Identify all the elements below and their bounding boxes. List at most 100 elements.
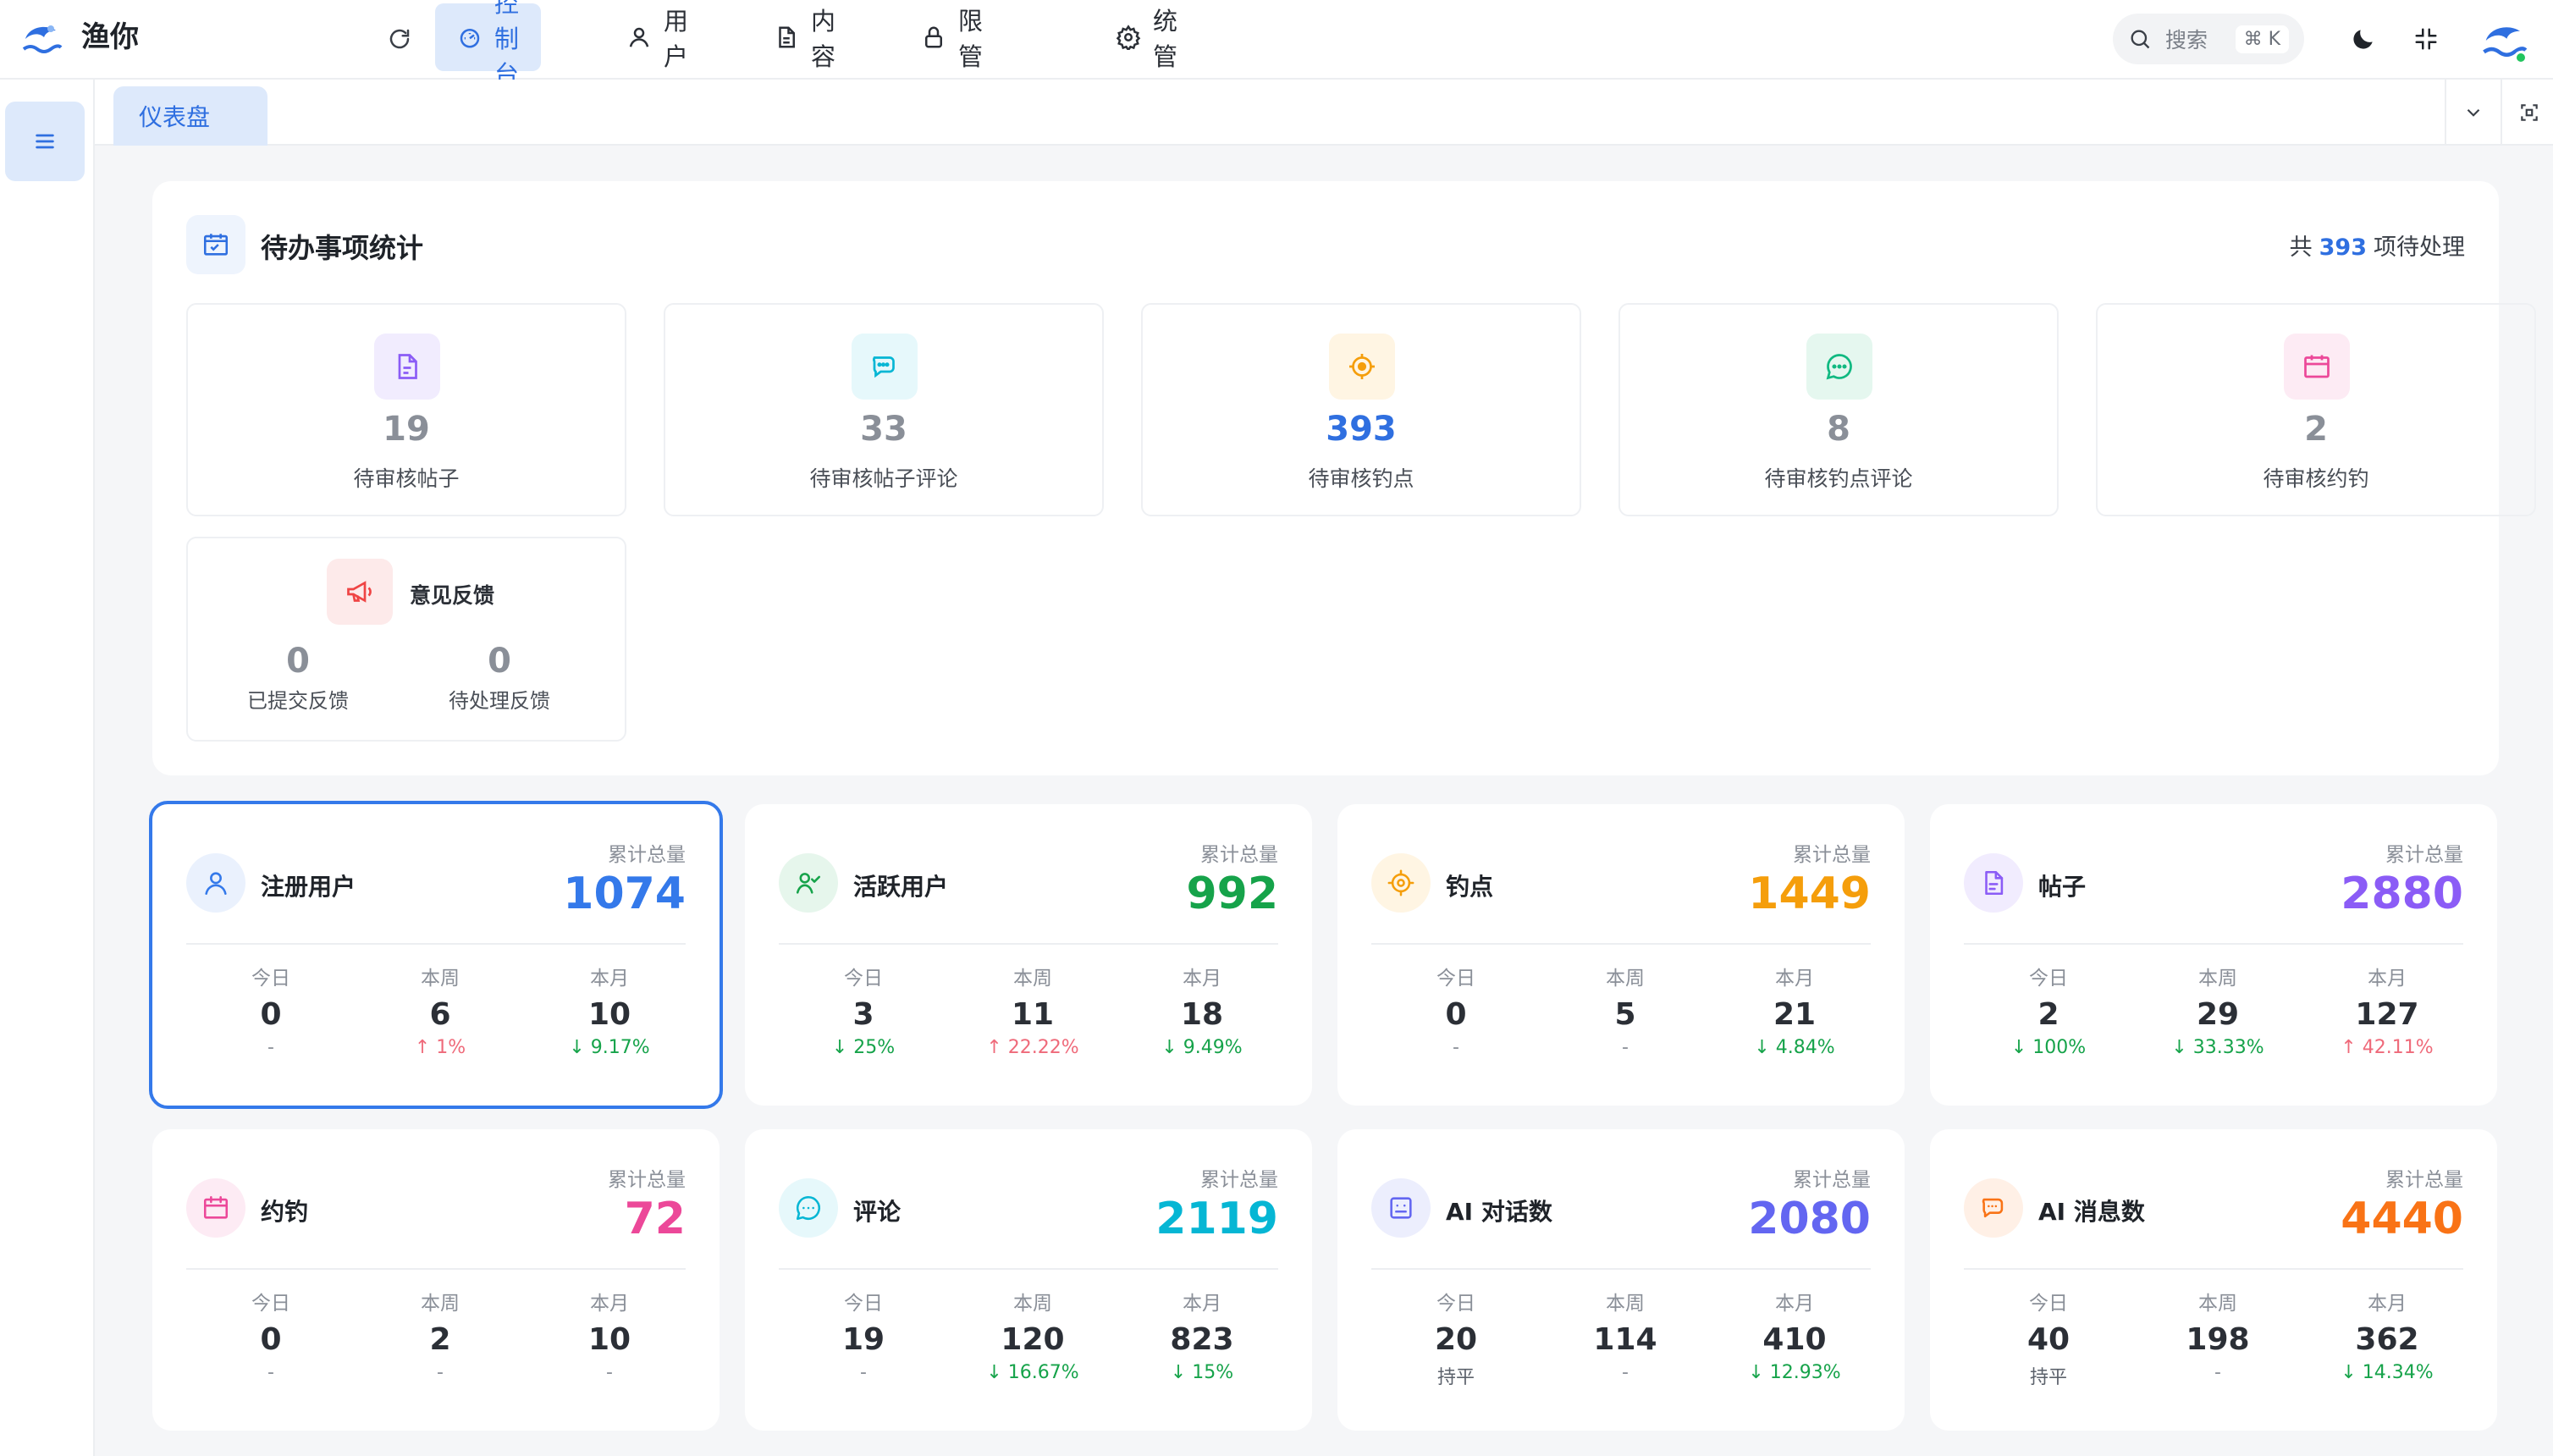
todo-card-posts[interactable]: 19 待审核帖子	[186, 303, 626, 516]
stat-total-label: 累计总量	[608, 1169, 686, 1191]
period-change: -	[267, 1037, 274, 1058]
user-icon	[629, 27, 649, 47]
period-label: 本月	[1775, 1293, 1814, 1315]
period-value: 20	[1434, 1322, 1478, 1357]
period-label: 本月	[1775, 968, 1814, 990]
search-box[interactable]: 搜索 ⌘ K	[2113, 14, 2304, 64]
comment-icon	[852, 334, 918, 400]
period-value: 18	[1180, 997, 1224, 1032]
nav-item-content[interactable]: 内容	[752, 3, 857, 71]
nav-item-system[interactable]: 系统管理	[1094, 3, 1199, 107]
todo-stats-panel: 待办事项统计 共 393 项待处理 19 待审核帖子 33 待审核帖子评论 393 …	[152, 181, 2536, 775]
gear-icon	[1116, 25, 1141, 50]
period-value: 11	[1011, 997, 1055, 1032]
chevron-down-icon	[2467, 108, 2480, 117]
stat-total-label: 累计总量	[1793, 844, 1871, 866]
period-label: 今日	[2029, 968, 2068, 990]
todo-card-post-comments[interactable]: 33 待审核帖子评论	[664, 303, 1104, 516]
period-change: ↓ 14.34%	[2341, 1362, 2434, 1383]
post-icon	[1964, 853, 2023, 913]
period-value: 362	[2355, 1322, 2419, 1357]
todo-card-spots[interactable]: 393 待审核钓点	[1141, 303, 1581, 516]
stat-card[interactable]: 钓点 累计总量 1449 今日 0 - 本周 5 - 本月 21 ↓ 4.84%	[1337, 804, 1905, 1106]
search-shortcut: ⌘ K	[2235, 25, 2289, 53]
stat-name: 注册用户	[261, 873, 356, 901]
stat-period-week: 本周 5 -	[1541, 962, 1710, 1058]
stat-period-today: 今日 40 持平	[1964, 1287, 2133, 1389]
period-change: ↑ 22.22%	[986, 1037, 1079, 1058]
period-label: 本月	[2368, 1293, 2407, 1315]
stat-period-week: 本周 11 ↑ 22.22%	[948, 962, 1117, 1058]
todo-card-meetups[interactable]: 2 待审核约钓	[2096, 303, 2536, 516]
stat-name: 钓点	[1446, 873, 1494, 901]
period-value: 823	[1170, 1322, 1234, 1357]
feedback-card[interactable]: 意见反馈 0 已提交反馈 0 待处理反馈	[186, 537, 626, 742]
chat-icon	[1806, 334, 1872, 400]
period-label: 本周	[2198, 1293, 2237, 1315]
menu-toggle-button[interactable]	[5, 102, 85, 181]
period-label: 今日	[1436, 1293, 1475, 1315]
stat-total: 1449	[1748, 869, 1871, 919]
period-value: 0	[260, 1322, 282, 1357]
divider	[1964, 943, 2463, 945]
stat-total-label: 累计总量	[608, 844, 686, 866]
stat-card[interactable]: 评论 累计总量 2119 今日 19 - 本周 120 ↓ 16.67% 本月 823 ↓ 15%	[745, 1129, 1312, 1431]
stat-card[interactable]: AI 消息数 累计总量 4440 今日 40 持平 本周 198 - 本月 362 ↓ 14.34%	[1930, 1129, 2497, 1431]
stat-card[interactable]: 帖子 累计总量 2880 今日 2 ↓ 100% 本周 29 ↓ 33.33% 本月 127 ↑ 42…	[1930, 804, 2497, 1106]
stat-name: 活跃用户	[853, 873, 949, 901]
period-change: -	[1453, 1037, 1459, 1058]
todo-value: 2	[2304, 410, 2328, 449]
period-change: ↓ 100%	[2010, 1037, 2087, 1058]
stat-period-month: 本月 127 ↑ 42.11%	[2302, 962, 2472, 1058]
stat-period-week: 本周 6 ↑ 1%	[356, 962, 525, 1058]
nav-label: 内容	[811, 7, 836, 71]
tab-dropdown-button[interactable]	[2445, 80, 2501, 146]
stat-card[interactable]: 注册用户 累计总量 1074 今日 0 - 本周 6 ↑ 1% 本月 10 ↓ 9.17%	[149, 801, 723, 1109]
divider	[779, 943, 1278, 945]
active-users-icon	[779, 853, 838, 913]
tab-fullscreen-button[interactable]	[2501, 80, 2553, 146]
period-change: ↓ 16.67%	[986, 1362, 1079, 1383]
document-icon	[779, 26, 795, 48]
todo-label: 待审核钓点评论	[1764, 466, 1913, 491]
period-value: 410	[1762, 1322, 1827, 1357]
stat-period-today: 今日 2 ↓ 100%	[1964, 962, 2133, 1058]
period-label: 本月	[590, 968, 629, 990]
dashboard-icon	[460, 29, 480, 48]
period-label: 今日	[1436, 968, 1475, 990]
todo-card-spot-comments[interactable]: 8 待审核钓点评论	[1618, 303, 2059, 516]
feedback-title: 意见反馈	[410, 583, 495, 608]
total-value: 393	[2319, 234, 2367, 261]
period-label: 本月	[1183, 968, 1221, 990]
stat-period-today: 今日 19 -	[779, 1287, 948, 1383]
period-label: 本周	[421, 968, 460, 990]
tab-dashboard[interactable]: 仪表盘	[113, 86, 267, 146]
calendar-icon	[186, 1178, 245, 1238]
search-icon	[2131, 30, 2150, 49]
period-change: -	[1622, 1037, 1629, 1058]
stat-card[interactable]: 约钓 累计总量 72 今日 0 - 本周 2 - 本月 10 -	[152, 1129, 720, 1431]
refresh-icon[interactable]	[383, 22, 416, 56]
stat-period-month: 本月 10 -	[525, 1287, 694, 1383]
period-change: ↓ 4.84%	[1754, 1037, 1835, 1058]
period-change: -	[1622, 1362, 1629, 1383]
exit-fullscreen-icon[interactable]	[2409, 22, 2443, 56]
dark-mode-icon[interactable]	[2346, 22, 2380, 56]
nav-item-permissions[interactable]: 权限管理	[899, 3, 1005, 107]
todo-label: 待审核约钓	[2263, 466, 2369, 491]
search-placeholder: 搜索	[2165, 28, 2208, 52]
stat-card[interactable]: AI 对话数 累计总量 2080 今日 20 持平 本周 114 - 本月 410 ↓ 12.93%	[1337, 1129, 1905, 1431]
nav-item-dashboard[interactable]: 控制台	[435, 0, 542, 89]
stat-card[interactable]: 活跃用户 累计总量 992 今日 3 ↓ 25% 本周 11 ↑ 22.22% 本月 18 ↓ 9.4…	[745, 804, 1312, 1106]
stat-total: 2880	[2341, 869, 2463, 919]
stat-total-label: 累计总量	[2385, 1169, 2463, 1191]
period-value: 120	[1001, 1322, 1065, 1357]
period-label: 本月	[1183, 1293, 1221, 1315]
stat-total-label: 累计总量	[1200, 1169, 1278, 1191]
post-icon	[374, 334, 440, 400]
app-logo[interactable]	[20, 20, 63, 58]
nav-item-users[interactable]: 用户	[604, 3, 710, 71]
period-label: 今日	[844, 968, 883, 990]
total-prefix: 共	[2289, 234, 2313, 261]
avatar[interactable]	[2480, 17, 2528, 64]
